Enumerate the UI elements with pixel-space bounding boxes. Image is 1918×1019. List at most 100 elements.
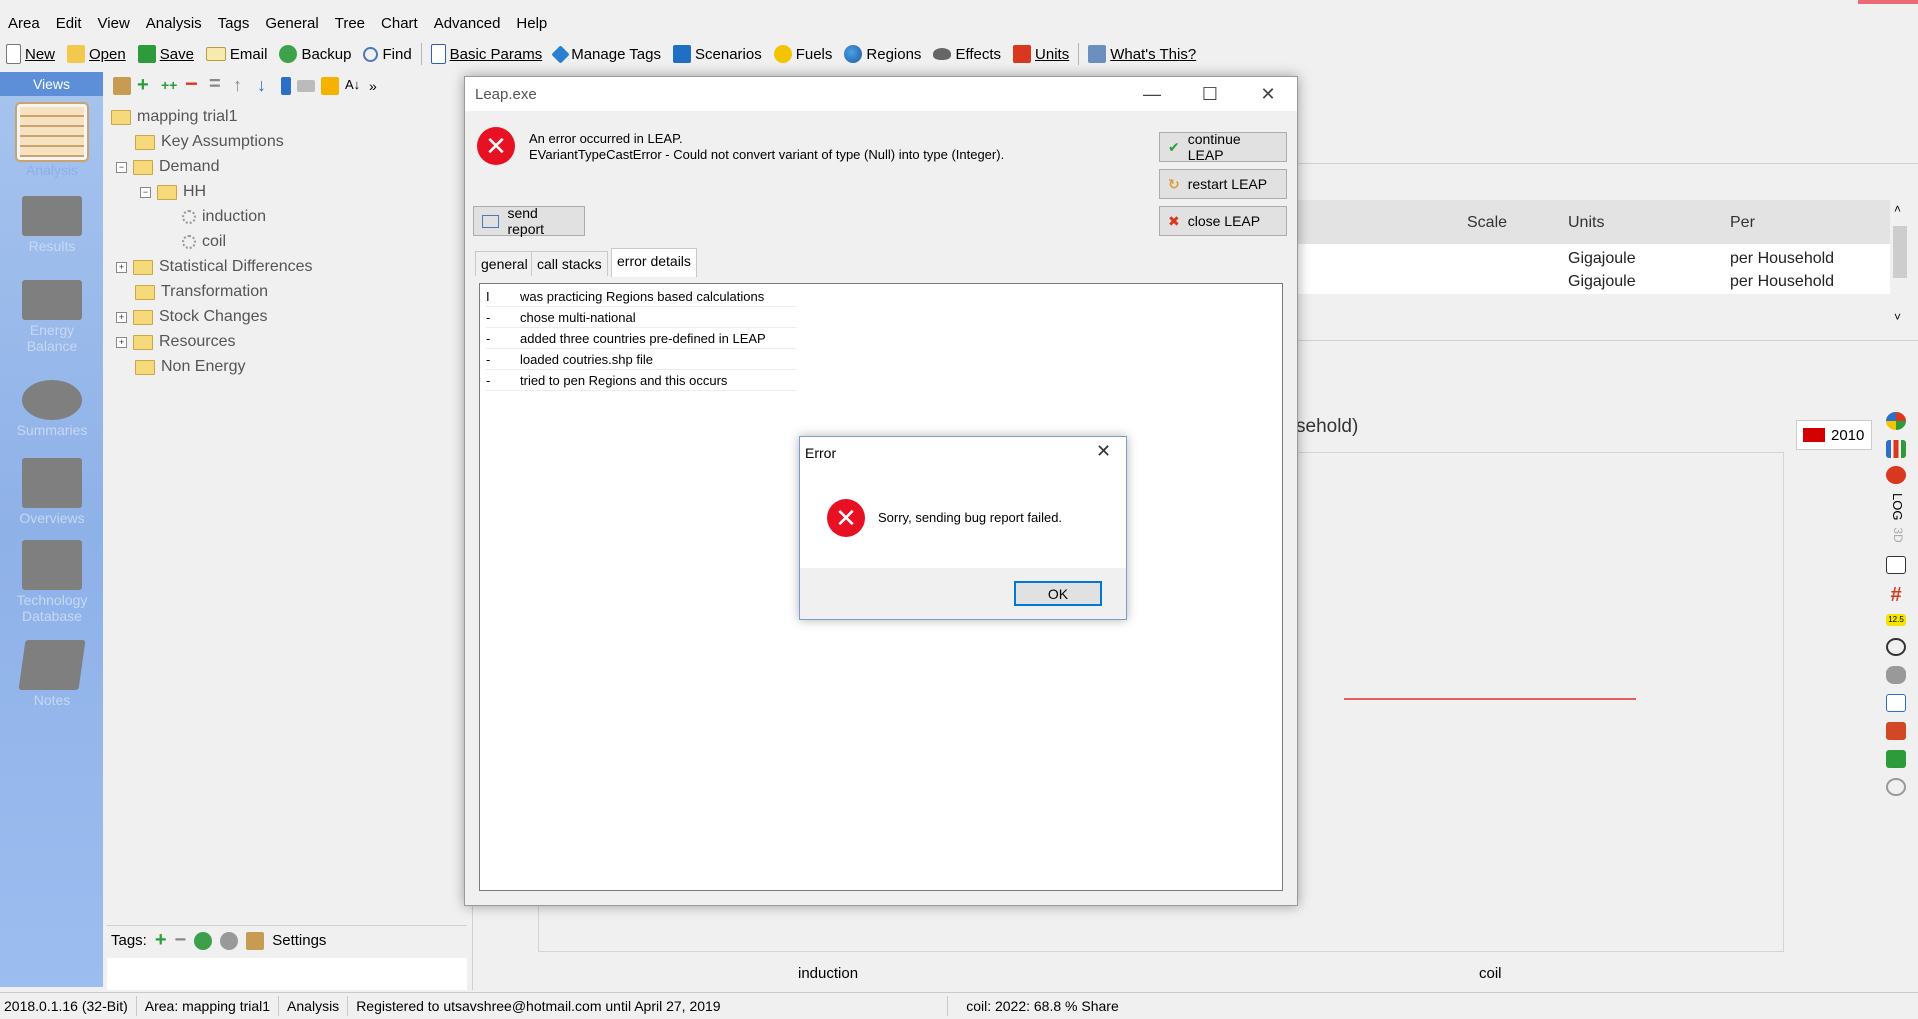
add-branch-icon[interactable]: +	[137, 75, 155, 95]
expand-icon[interactable]: +	[116, 311, 127, 323]
remove-tag-icon[interactable]: −	[175, 929, 187, 952]
save-chart-icon[interactable]	[1886, 750, 1906, 768]
delete-multiple-icon[interactable]: =	[209, 74, 227, 95]
tag-color-icon[interactable]	[194, 931, 213, 950]
restart-leap-button[interactable]: ↻ restart LEAP	[1159, 169, 1287, 199]
tree-item-non-energy[interactable]: Non Energy	[135, 358, 246, 376]
scroll-down-icon[interactable]: ˅	[1894, 310, 1901, 324]
tags-settings-button[interactable]: Settings	[272, 932, 326, 949]
move-down-icon[interactable]: ↓	[257, 76, 275, 95]
menu-edit[interactable]: Edit	[48, 15, 90, 32]
tree-root[interactable]: mapping trial1	[111, 108, 238, 126]
new-button[interactable]: New	[0, 41, 61, 67]
chart-color-icon[interactable]	[1886, 466, 1906, 484]
3d-icon[interactable]: 3D	[1887, 525, 1905, 545]
tree-item-key-assumptions[interactable]: Key Assumptions	[135, 133, 284, 151]
close-window-corner[interactable]	[1858, 0, 1918, 4]
tree-item-induction[interactable]: induction	[182, 208, 266, 226]
tree-item-coil[interactable]: coil	[182, 233, 226, 251]
copy-icon[interactable]	[1886, 694, 1906, 712]
save-button[interactable]: Save	[132, 41, 200, 67]
lock-icon[interactable]	[321, 77, 339, 95]
tree-item-stock-changes[interactable]: + Stock Changes	[116, 308, 268, 326]
tab-error-details[interactable]: error details	[611, 248, 697, 277]
move-up-icon[interactable]: ↑	[233, 76, 251, 95]
bar-chart-icon[interactable]	[1886, 440, 1906, 458]
wrench-icon[interactable]	[1886, 778, 1906, 796]
basic-params-button[interactable]: Basic Params	[425, 41, 549, 67]
expand-icon[interactable]: +	[116, 261, 127, 273]
view-energy-balance[interactable]: Energy Balance	[12, 280, 92, 354]
number-format-icon[interactable]: 12.5	[1886, 614, 1906, 626]
tree-item-resources[interactable]: + Resources	[116, 333, 235, 351]
print-icon[interactable]	[1886, 666, 1906, 684]
log-scale-icon[interactable]: LOG	[1887, 493, 1905, 520]
expand-icon[interactable]: +	[116, 336, 127, 348]
open-button[interactable]: Open	[61, 41, 132, 67]
menu-area[interactable]: Area	[0, 15, 48, 32]
menu-tree[interactable]: Tree	[327, 15, 373, 32]
view-results[interactable]: Results	[12, 196, 92, 254]
find-button[interactable]: Find	[357, 41, 417, 67]
tags-list[interactable]	[107, 958, 467, 990]
minimize-icon[interactable]: —	[1123, 77, 1181, 111]
continue-leap-button[interactable]: ✔ continue LEAP	[1159, 131, 1287, 163]
tree-item-demand[interactable]: − Demand	[116, 158, 219, 176]
properties-icon[interactable]	[113, 77, 131, 95]
menu-analysis[interactable]: Analysis	[138, 15, 210, 32]
menu-chart[interactable]: Chart	[373, 15, 426, 32]
fuels-button[interactable]: Fuels	[768, 41, 839, 67]
tag-edit-icon[interactable]	[220, 931, 239, 950]
more-tools-icon[interactable]: »	[369, 78, 377, 94]
menu-help[interactable]: Help	[508, 15, 555, 32]
view-analysis[interactable]: Analysis	[12, 102, 92, 178]
column-header-units[interactable]: Units	[1568, 214, 1604, 232]
send-report-button[interactable]: send report	[473, 205, 585, 237]
ok-button[interactable]: OK	[1014, 581, 1102, 606]
view-summaries[interactable]: Summaries	[12, 380, 92, 438]
close-icon[interactable]: ✕	[1239, 77, 1297, 111]
view-overviews[interactable]: Overviews	[12, 458, 92, 526]
menu-tags[interactable]: Tags	[210, 15, 258, 32]
email-button[interactable]: Email	[200, 41, 274, 67]
scroll-up-icon[interactable]: ˄	[1894, 202, 1901, 216]
table-cell-units[interactable]: Gigajoule	[1568, 273, 1636, 291]
backup-button[interactable]: Backup	[273, 41, 357, 67]
sort-icon[interactable]: A↓	[345, 77, 363, 95]
table-cell-per[interactable]: per Household	[1730, 273, 1834, 291]
view-technology-database[interactable]: Technology Database	[12, 540, 92, 624]
maximize-icon[interactable]: ☐	[1181, 77, 1239, 111]
table-cell-per[interactable]: per Household	[1730, 250, 1834, 268]
table-scrollbar[interactable]: ˄ ˅	[1890, 200, 1910, 330]
units-button[interactable]: Units	[1007, 41, 1075, 67]
scroll-thumb[interactable]	[1893, 226, 1907, 278]
column-header-per[interactable]: Per	[1730, 214, 1755, 232]
menu-view[interactable]: View	[90, 15, 138, 32]
add-multiple-icon[interactable]: ++	[161, 77, 179, 95]
tab-general[interactable]: general	[475, 251, 534, 276]
column-header-scale[interactable]: Scale	[1467, 214, 1507, 232]
menu-general[interactable]: General	[257, 15, 326, 32]
manage-tags-button[interactable]: Manage Tags	[548, 41, 667, 67]
close-leap-button[interactable]: ✖ close LEAP	[1159, 206, 1287, 236]
font-icon[interactable]	[1886, 638, 1906, 656]
powerpoint-icon[interactable]	[1886, 722, 1906, 740]
collapse-icon[interactable]: −	[116, 161, 127, 173]
effects-button[interactable]: Effects	[927, 41, 1007, 67]
table-cell-units[interactable]: Gigajoule	[1568, 250, 1636, 268]
delete-branch-icon[interactable]: −	[185, 73, 203, 95]
close-icon[interactable]: ✕	[1096, 441, 1111, 462]
menu-advanced[interactable]: Advanced	[426, 15, 509, 32]
tree-item-statistical-differences[interactable]: + Statistical Differences	[116, 258, 313, 276]
tab-call-stacks[interactable]: call stacks	[531, 251, 608, 276]
scenarios-button[interactable]: Scenarios	[667, 41, 768, 67]
tree-view-icon[interactable]	[281, 77, 291, 95]
tree-item-hh[interactable]: − HH	[140, 183, 206, 201]
regions-button[interactable]: Regions	[838, 41, 927, 67]
add-tag-icon[interactable]: +	[155, 929, 167, 952]
collapse-icon[interactable]: −	[140, 186, 151, 198]
view-notes[interactable]: Notes	[12, 640, 92, 708]
whats-this-button[interactable]: What's This?	[1082, 41, 1202, 67]
pie-chart-icon[interactable]	[1886, 412, 1906, 430]
table-view-icon[interactable]	[1886, 556, 1906, 574]
